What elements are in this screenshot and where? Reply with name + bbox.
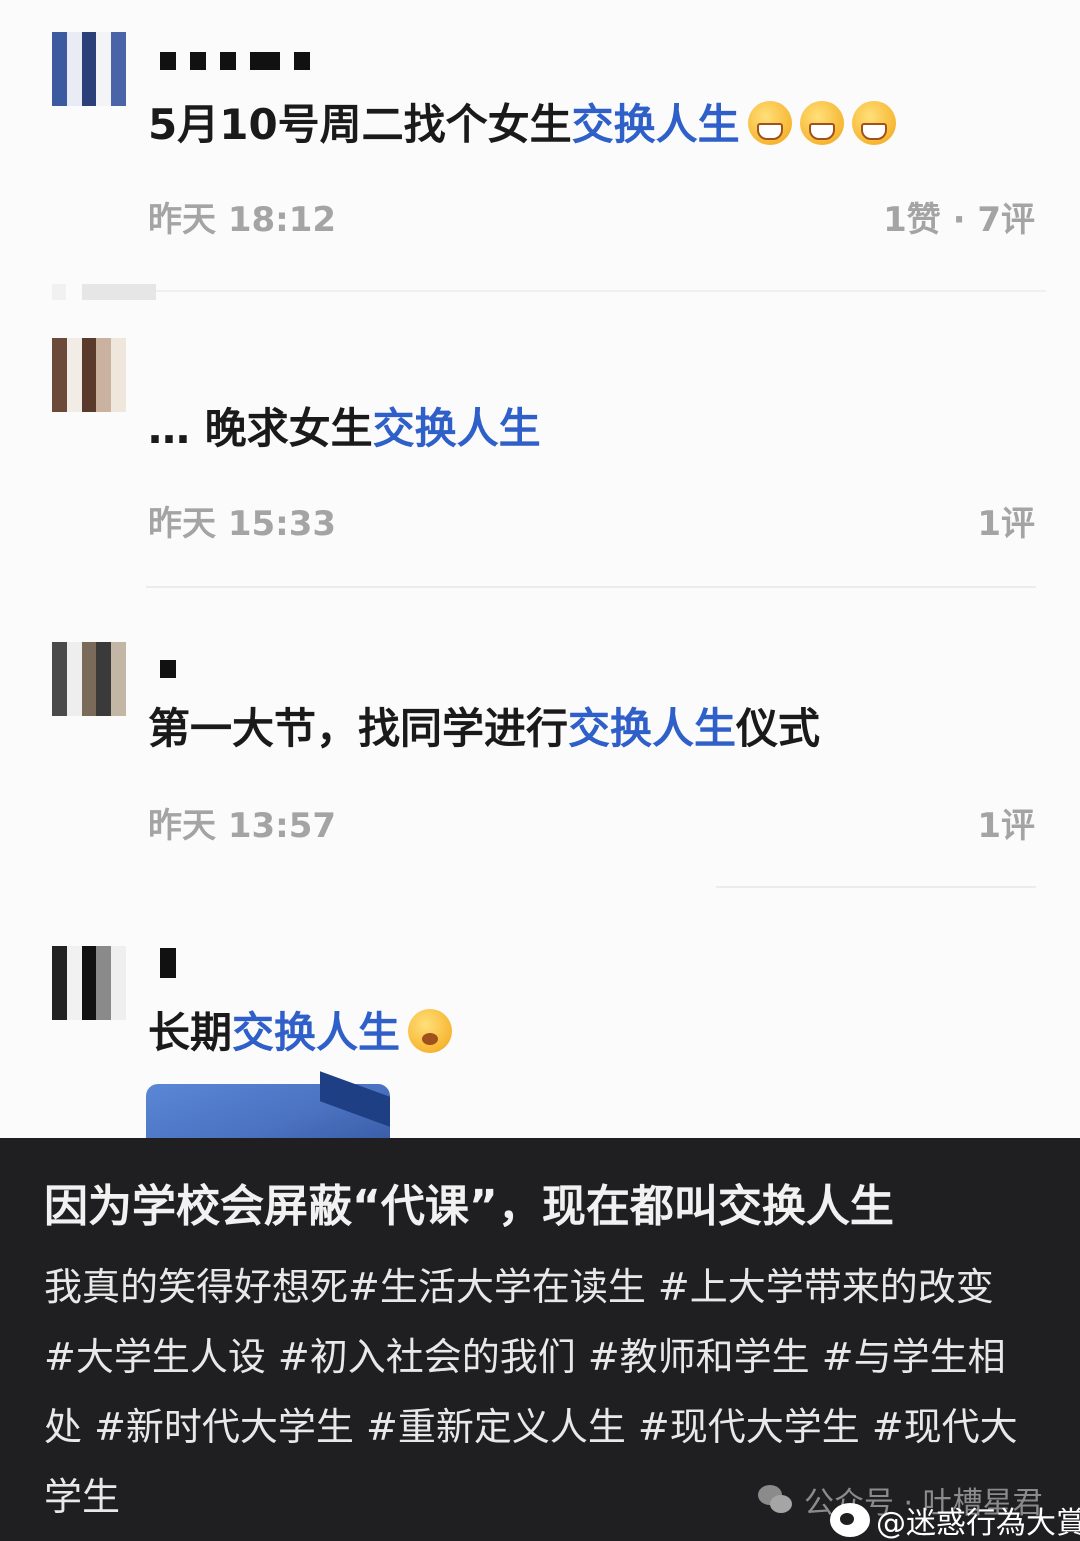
wechat-icon <box>758 1485 794 1515</box>
post-time: 昨天 18:12 <box>148 200 337 240</box>
weibo-icon <box>830 1503 870 1537</box>
username-redacted[interactable] <box>160 52 310 70</box>
list-item[interactable]: 第一大节，找同学进行交换人生仪式 昨天 13:57 1评 <box>0 620 1080 890</box>
grinning-face-emoji <box>851 101 896 145</box>
post-time: 昨天 13:57 <box>148 806 337 846</box>
hugging-face-emoji <box>408 1009 453 1053</box>
weibo-watermark-text: @迷惑行為大賞 <box>876 1506 1080 1541</box>
post-text: 长期 <box>148 1008 233 1057</box>
divider <box>52 284 1046 300</box>
post-content[interactable]: 长期交换人生 <box>148 1006 453 1060</box>
keyword-link[interactable]: 交换人生 <box>572 100 740 149</box>
post-feed: 5月10号周二找个女生交换人生 昨天 18:12 1赞 · 7评 … 晚求女生交… <box>0 0 1080 1138</box>
keyword-link[interactable]: 交换人生 <box>232 1008 400 1057</box>
keyword-link[interactable]: 交换人生 <box>568 704 736 753</box>
grinning-face-emoji <box>747 101 792 145</box>
post-content[interactable]: 第一大节，找同学进行交换人生仪式 <box>148 702 820 756</box>
divider <box>716 886 1036 888</box>
post-meta: 昨天 13:57 1评 <box>148 798 1035 847</box>
avatar[interactable] <box>52 32 126 106</box>
post-text: 第一大节，找同学进行 <box>148 704 569 753</box>
avatar[interactable] <box>52 338 126 412</box>
post-stats[interactable]: 1赞 · 7评 <box>883 192 1035 241</box>
post-stats[interactable]: 1评 <box>977 496 1035 545</box>
post-image-thumbnail[interactable] <box>146 1084 390 1138</box>
post-text: … 晚求女生 <box>148 404 373 453</box>
post-content[interactable]: 5月10号周二找个女生交换人生 <box>148 98 896 152</box>
post-content[interactable]: … 晚求女生交换人生 <box>148 402 541 456</box>
avatar[interactable] <box>52 642 126 716</box>
post-meta: 昨天 18:12 1赞 · 7评 <box>148 192 1035 241</box>
post-stats[interactable]: 1评 <box>977 798 1035 847</box>
username-redacted[interactable] <box>160 948 176 978</box>
post-time: 昨天 15:33 <box>148 504 337 544</box>
username-redacted[interactable] <box>160 660 176 678</box>
avatar[interactable] <box>52 946 126 1020</box>
list-item[interactable]: 5月10号周二找个女生交换人生 昨天 18:12 1赞 · 7评 <box>0 0 1080 270</box>
keyword-link[interactable]: 交换人生 <box>373 404 541 453</box>
post-text: 5月10号周二找个女生 <box>148 100 572 149</box>
grinning-face-emoji <box>799 101 844 145</box>
list-item[interactable]: … 晚求女生交换人生 昨天 15:33 1评 <box>0 320 1080 590</box>
post-text: 仪式 <box>736 704 821 753</box>
caption-title: 因为学校会屏蔽“代课”，现在都叫交换人生 <box>44 1181 894 1232</box>
weibo-watermark: @迷惑行為大賞 <box>830 1498 1080 1541</box>
post-meta: 昨天 15:33 1评 <box>148 496 1035 545</box>
divider <box>146 586 1036 588</box>
